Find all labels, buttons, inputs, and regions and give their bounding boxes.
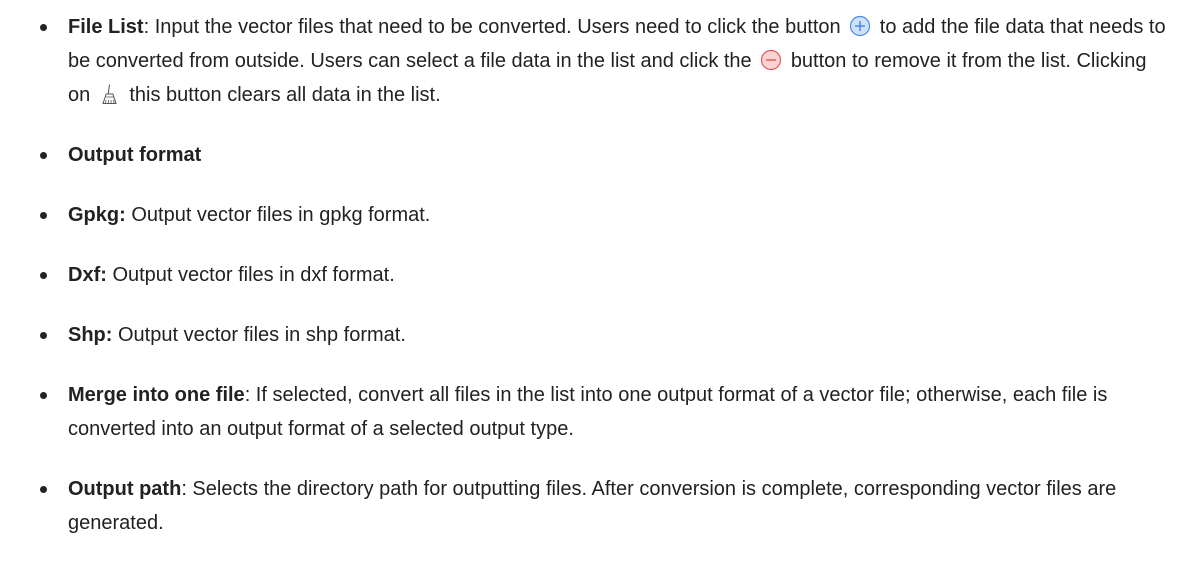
output-path-text: : Selects the directory path for outputt… <box>68 478 1117 534</box>
gpkg-text: Output vector files in gpkg format. <box>125 204 431 226</box>
file-list-text-a: Input the vector files that need to be c… <box>154 16 841 38</box>
list-item-dxf: Dxf: Output vector files in dxf format. <box>38 258 1168 292</box>
term-output-path: Output path <box>68 478 182 500</box>
bullet-list: File List: Input the vector files that n… <box>38 10 1168 540</box>
remove-circle-icon <box>760 49 782 71</box>
term-separator: : <box>143 16 155 38</box>
list-item-file-list: File List: Input the vector files that n… <box>38 10 1168 112</box>
term-shp: Shp: <box>68 324 113 346</box>
term-file-list: File List <box>68 16 144 38</box>
term-dxf: Dxf: <box>68 264 107 286</box>
file-list-text-d: this button clears all data in the list. <box>129 84 441 106</box>
broom-clear-icon <box>99 83 121 105</box>
term-merge: Merge into one file <box>68 384 245 406</box>
list-item-output-path: Output path: Selects the directory path … <box>38 472 1168 540</box>
shp-text: Output vector files in shp format. <box>112 324 406 346</box>
document: File List: Input the vector files that n… <box>0 0 1188 540</box>
list-item-output-format: Output format <box>38 138 1168 172</box>
dxf-text: Output vector files in dxf format. <box>106 264 395 286</box>
add-circle-icon <box>849 15 871 37</box>
term-output-format: Output format <box>68 144 202 166</box>
list-item-gpkg: Gpkg: Output vector files in gpkg format… <box>38 198 1168 232</box>
term-gpkg: Gpkg: <box>68 204 126 226</box>
list-item-merge: Merge into one file: If selected, conver… <box>38 378 1168 446</box>
list-item-shp: Shp: Output vector files in shp format. <box>38 318 1168 352</box>
